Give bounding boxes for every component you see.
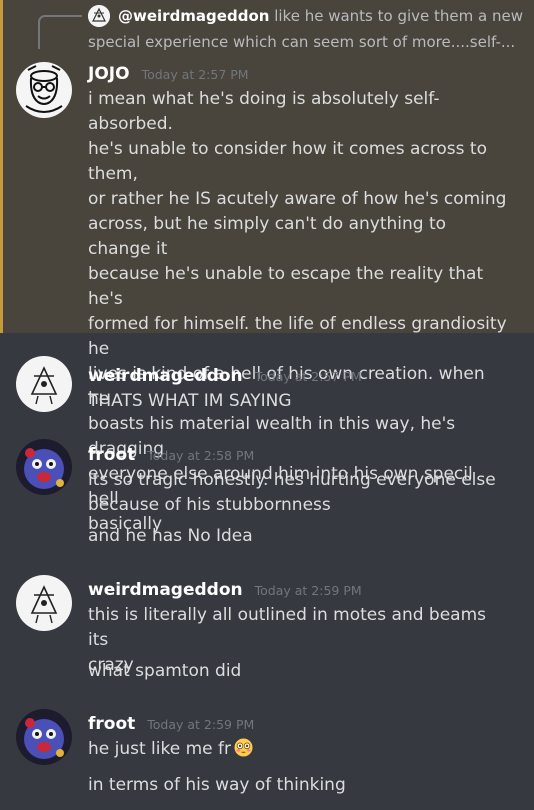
weirdmageddon-avatar-icon [16,356,72,412]
message-header: froot Today at 2:59 PM [88,714,254,734]
message-header: weirdmageddon Today at 2:59 PM [88,580,362,600]
author-name[interactable]: weirdmageddon [88,366,243,386]
message-content: he just like me fr [88,737,508,762]
flushed-face-emoji-icon[interactable] [234,738,253,757]
message-line: he's unable to consider how it comes acr… [88,139,487,184]
message-header: froot Today at 2:58 PM [88,445,254,465]
message-line: its so tragic honestly. hes hurting ever… [88,470,496,490]
message-content: and he has No Idea [88,524,508,549]
reply-text-continued[interactable]: special experience which can seem sort o… [88,33,515,51]
froot-avatar-icon [16,709,72,765]
message-line: because of his stubbornness [88,495,331,515]
avatar-weirdmageddon[interactable] [16,575,72,631]
message-content: what spamton did [88,659,508,684]
author-name[interactable]: froot [88,445,135,465]
message-line: what spamton did [88,661,242,681]
message-content: THATS WHAT IM SAYING [88,389,508,414]
timestamp[interactable]: Today at 2:58 PM [147,448,254,463]
author-name[interactable]: JOJO [88,64,130,84]
timestamp[interactable]: Today at 2:57 PM [142,67,249,82]
avatar-froot[interactable] [16,439,72,495]
timestamp[interactable]: Today at 2:59 PM [147,717,254,732]
message-line: this is literally all outlined in motes … [88,605,486,650]
message-line: across, but he simply can't do anything … [88,214,447,259]
message-line: formed for himself. the life of endless … [88,314,507,359]
message-line: in terms of his way of thinking [88,775,346,795]
jojo-avatar-icon [16,62,72,118]
timestamp[interactable]: Today at 2:59 PM [255,583,362,598]
weirdmageddon-avatar-icon [16,575,72,631]
froot-avatar-icon [16,439,72,495]
message-line: because he's unable to escape the realit… [88,264,484,309]
message-header: weirdmageddon Today at 2:57 PM [88,366,362,386]
message-content: its so tragic honestly. hes hurting ever… [88,468,508,518]
reply-preview[interactable]: @weirdmageddon like he wants to give the… [118,7,523,25]
message-header: JOJO Today at 2:57 PM [88,64,249,84]
message-line: and he has No Idea [88,526,253,546]
message-line: THATS WHAT IM SAYING [88,391,292,411]
avatar-froot[interactable] [16,709,72,765]
reply-text: like he wants to give them a new [274,7,523,25]
timestamp[interactable]: Today at 2:57 PM [255,369,362,384]
message-line: or rather he IS acutely aware of how he'… [88,189,507,209]
reply-author[interactable]: @weirdmageddon [118,7,269,25]
message-text: he just like me fr [88,739,232,759]
reply-avatar-icon[interactable] [88,5,110,27]
message-line: he just like me fr [88,737,508,762]
reply-spine [38,15,82,49]
author-name[interactable]: weirdmageddon [88,580,243,600]
avatar-jojo[interactable] [16,62,72,118]
avatar-weirdmageddon[interactable] [16,356,72,412]
chat-log: @weirdmageddon like he wants to give the… [0,0,534,810]
author-name[interactable]: froot [88,714,135,734]
message-content: in terms of his way of thinking [88,773,508,798]
message-line: i mean what he's doing is absolutely sel… [88,89,440,134]
